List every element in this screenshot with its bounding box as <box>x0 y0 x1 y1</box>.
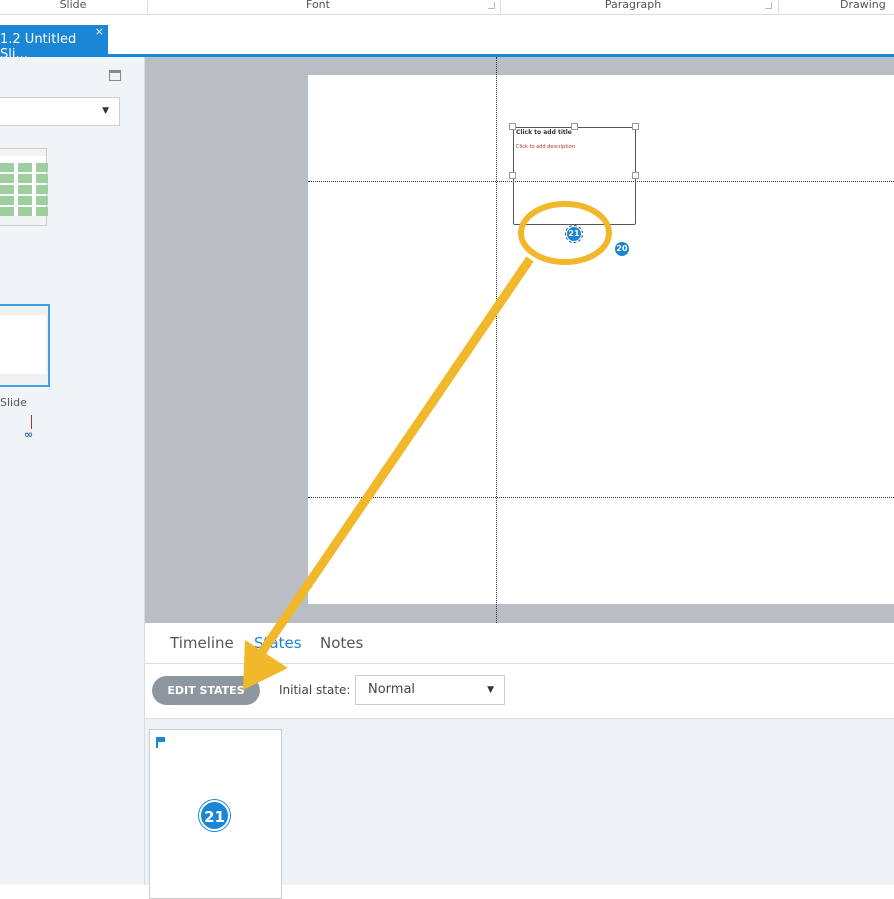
panel-restore-icon[interactable] <box>109 70 121 81</box>
initial-state-value: Normal <box>368 682 416 697</box>
object-badge-selected[interactable]: 21 <box>565 225 583 243</box>
edit-states-button[interactable]: EDIT STATES <box>152 676 260 705</box>
font-dialog-launcher-icon[interactable] <box>488 2 495 9</box>
close-icon[interactable]: × <box>95 25 104 38</box>
vertical-guide <box>496 57 497 623</box>
text-caption-object[interactable]: Click to add title Click to add descript… <box>513 127 636 225</box>
resize-handle[interactable] <box>632 172 639 179</box>
states-toolbar: EDIT STATES Initial state: Normal ▼ <box>145 664 894 719</box>
bottom-tabs: Timeline States Notes <box>145 623 894 664</box>
link-line <box>31 415 32 429</box>
ribbon-group-drawing: Drawing <box>840 0 886 11</box>
chevron-down-icon: ▼ <box>487 685 494 695</box>
document-tab-bar: 1.2 Untitled Sli... × <box>0 15 894 62</box>
divider <box>147 0 148 13</box>
resize-handle[interactable] <box>509 123 516 130</box>
tab-notes[interactable]: Notes <box>320 634 363 652</box>
slide-thumbnail[interactable] <box>0 304 50 387</box>
chevron-down-icon: ▼ <box>102 106 109 116</box>
ribbon-group-font: Font <box>306 0 330 11</box>
flag-icon <box>156 737 165 748</box>
caption-title[interactable]: Click to add title <box>516 129 572 136</box>
resize-handle[interactable] <box>571 123 578 130</box>
ribbon: Slide Font Paragraph Drawing <box>0 0 894 15</box>
slide-thumbnail-label: Slide <box>0 396 27 409</box>
initial-state-label: Initial state: <box>279 683 351 697</box>
states-area: 21 <box>145 719 894 899</box>
master-thumbnail[interactable] <box>0 148 48 226</box>
divider <box>778 0 779 13</box>
initial-state-select[interactable]: Normal ▼ <box>355 675 505 705</box>
object-badge[interactable]: 20 <box>615 242 629 256</box>
caption-description[interactable]: Click to add description <box>516 144 575 150</box>
ribbon-group-slide: Slide <box>59 0 87 11</box>
table-layout-icon <box>0 156 48 216</box>
divider <box>500 0 501 13</box>
left-panel: ▼ Slide ∞ <box>0 57 145 885</box>
panel-dropdown[interactable]: ▼ <box>0 97 120 126</box>
state-card[interactable]: 21 <box>149 729 282 899</box>
paragraph-dialog-launcher-icon[interactable] <box>765 2 772 9</box>
horizontal-guide <box>308 497 894 498</box>
link-icon[interactable]: ∞ <box>24 428 33 441</box>
state-badge: 21 <box>199 800 230 831</box>
tab-states[interactable]: States <box>254 634 302 652</box>
resize-handle[interactable] <box>632 123 639 130</box>
ribbon-group-paragraph: Paragraph <box>604 0 662 11</box>
document-tab[interactable]: 1.2 Untitled Sli... × <box>0 25 108 62</box>
resize-handle[interactable] <box>509 172 516 179</box>
tab-timeline[interactable]: Timeline <box>170 634 234 652</box>
